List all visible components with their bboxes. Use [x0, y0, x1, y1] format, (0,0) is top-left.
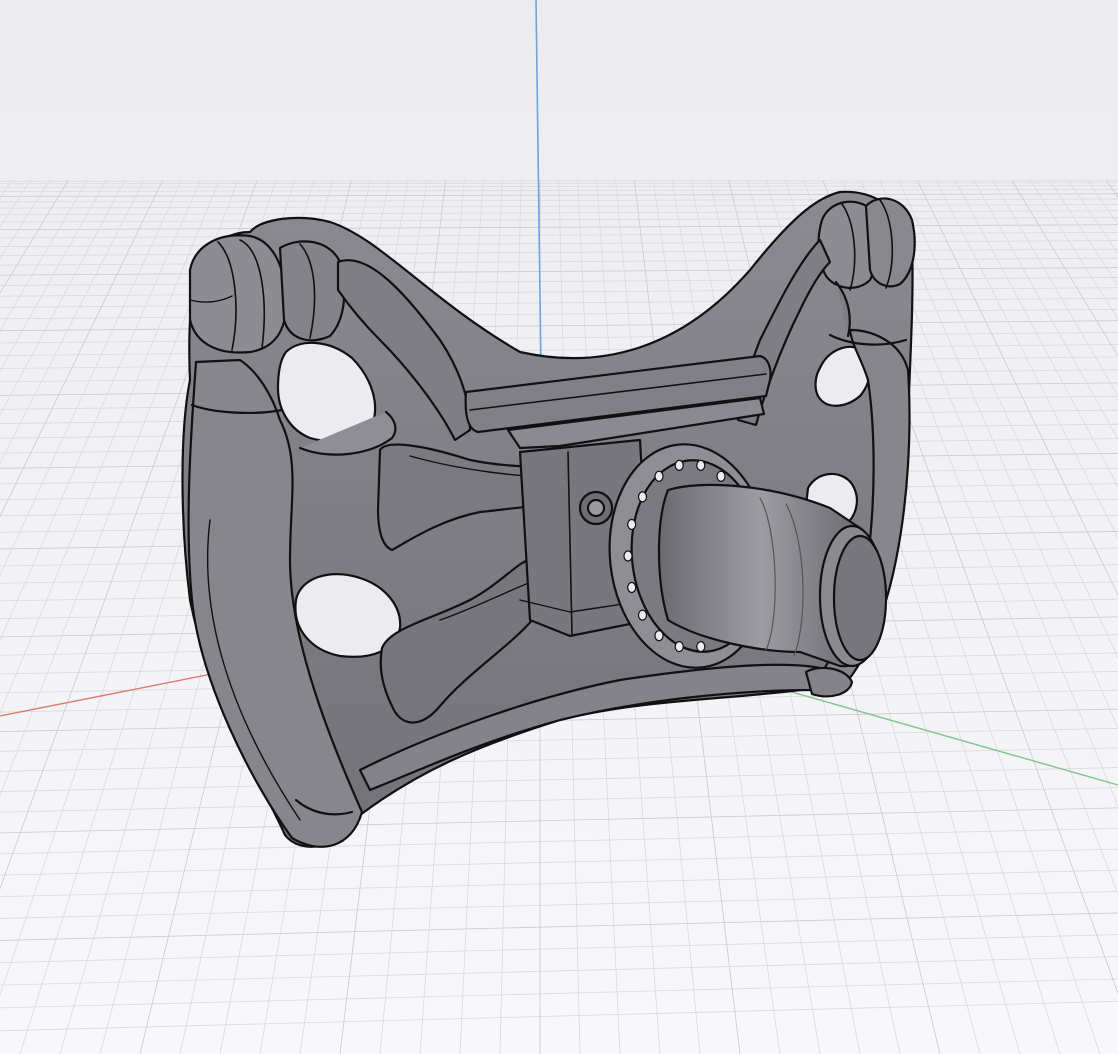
hub-boss-recess — [832, 534, 888, 662]
hub-bolt-hole — [654, 630, 664, 642]
hub-bolt-hole — [716, 470, 726, 482]
3d-viewport[interactable] — [0, 0, 1118, 1054]
hub-bolt-hole — [627, 581, 637, 594]
hub-bolt-hole — [696, 459, 706, 471]
viewport-canvas[interactable] — [0, 0, 1118, 1054]
hub-bolt-hole — [637, 609, 648, 621]
hub-bolt-hole — [696, 640, 706, 653]
hub-bolt-hole — [674, 459, 684, 471]
left-knob — [188, 234, 288, 354]
hub-bolt-hole — [637, 491, 648, 503]
hub-bolt-hole — [623, 550, 633, 562]
hub-bolt-hole — [627, 518, 637, 531]
center-nut — [578, 490, 614, 526]
hub-bolt-hole — [654, 470, 664, 482]
hub-bolt-hole — [674, 640, 684, 653]
